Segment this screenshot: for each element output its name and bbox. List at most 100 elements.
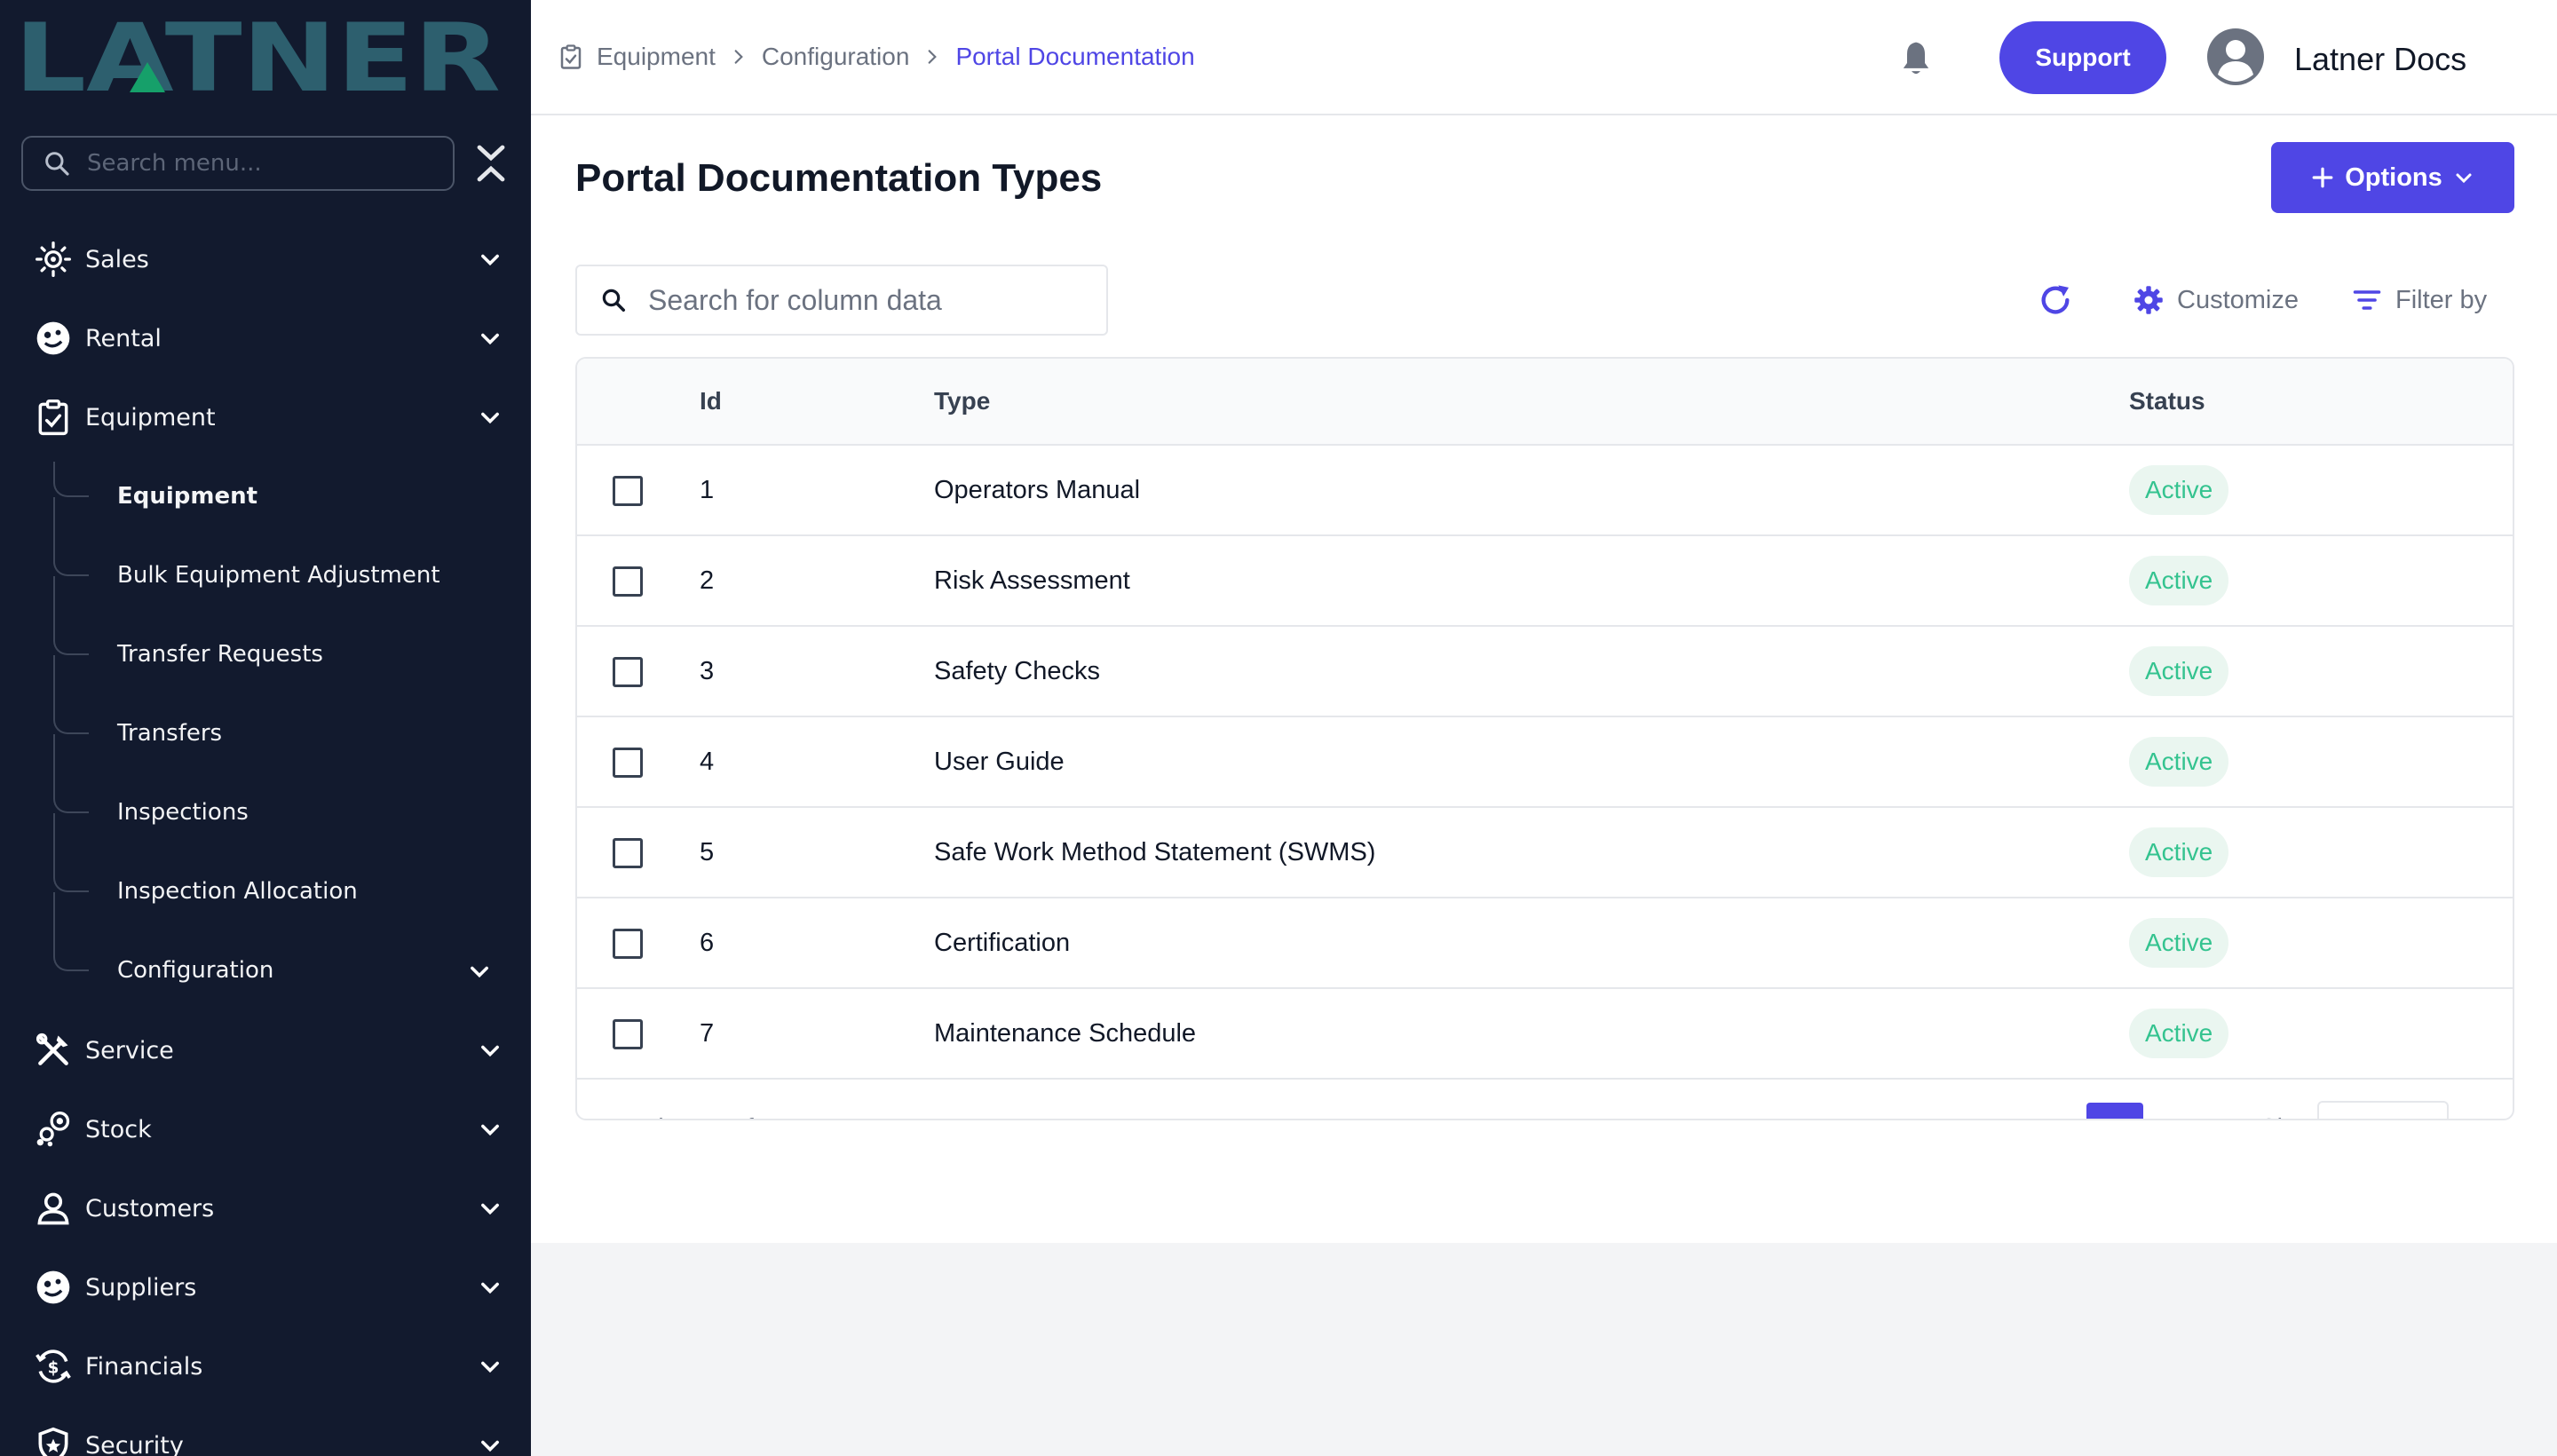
support-button[interactable]: Support: [1999, 21, 2166, 94]
breadcrumb: Equipment Configuration Portal Documenta…: [558, 39, 1195, 75]
column-header-type[interactable]: Type: [934, 387, 990, 415]
search-input[interactable]: [648, 283, 1074, 317]
sidebar-item-equipment[interactable]: Equipment: [0, 382, 531, 453]
breadcrumb-configuration[interactable]: Configuration: [762, 43, 910, 71]
sidebar-subitem-label: Configuration: [117, 957, 274, 984]
sidebar-item-label: Rental: [85, 324, 162, 352]
sidebar-item-stock[interactable]: Stock: [0, 1094, 531, 1165]
sidebar-item-financials[interactable]: $ Financials: [0, 1331, 531, 1402]
filter-button[interactable]: Filter by: [2351, 281, 2487, 320]
status-badge: Active: [2129, 1009, 2229, 1058]
clipboard-icon: [38, 400, 68, 436]
page-title: Portal Documentation Types: [575, 156, 1103, 200]
bell-icon[interactable]: [1898, 39, 1934, 78]
sidebar-item-sales[interactable]: Sales: [0, 224, 531, 295]
page-size-select[interactable]: 25: [2317, 1101, 2449, 1119]
sidebar-item-service[interactable]: Service: [0, 1015, 531, 1086]
customize-button[interactable]: Customize: [2133, 281, 2299, 320]
table-row[interactable]: 2 Risk Assessment Active: [577, 536, 2513, 627]
cell-id: 4: [700, 748, 715, 776]
suppliers-icon: [36, 1270, 70, 1304]
table-row[interactable]: 6 Certification Active: [577, 898, 2513, 989]
table-row[interactable]: 7 Maintenance Schedule Active: [577, 989, 2513, 1080]
chevron-down-icon: [481, 1124, 499, 1136]
row-checkbox[interactable]: [613, 838, 643, 868]
sidebar-subitem-label: Bulk Equipment Adjustment: [117, 562, 440, 589]
user-name[interactable]: Latner Docs: [2294, 41, 2466, 78]
options-button[interactable]: Options: [2271, 142, 2514, 213]
rental-icon: [36, 321, 70, 355]
sidebar-subitem-transfer-requests[interactable]: Transfer Requests: [53, 576, 515, 691]
table-row[interactable]: 3 Safety Checks Active: [577, 627, 2513, 717]
shield-icon: [38, 1427, 68, 1456]
tree-branch: [53, 576, 89, 655]
sidebar-subitem-bulk-equipment-adjustment[interactable]: Bulk Equipment Adjustment: [53, 497, 515, 612]
main-content: Portal Documentation Types Options Searc…: [531, 115, 2557, 1243]
column-header-status[interactable]: Status: [2129, 387, 2205, 415]
latner-logo[interactable]: LATNER: [14, 12, 503, 101]
table-row[interactable]: 1 Operators Manual Active: [577, 446, 2513, 536]
chevron-down-icon: [481, 1203, 499, 1215]
sidebar-subitem-label: Inspection Allocation: [117, 878, 358, 905]
chevron-down-icon: [481, 1282, 499, 1294]
sidebar-item-label: Suppliers: [85, 1273, 197, 1302]
sidebar-subitem-inspections[interactable]: Inspections: [53, 734, 515, 849]
sidebar-item-rental[interactable]: Rental: [0, 303, 531, 374]
logo-text: LATNER: [14, 12, 501, 101]
filter-label: Filter by: [2395, 285, 2488, 314]
row-checkbox[interactable]: [613, 657, 643, 687]
search-icon: [45, 152, 69, 176]
sidebar-subitem-equipment[interactable]: Equipment: [53, 462, 515, 533]
breadcrumb-equipment[interactable]: Equipment: [597, 43, 716, 71]
status-badge: Active: [2129, 465, 2229, 515]
avatar[interactable]: [2207, 28, 2264, 85]
table-row[interactable]: 4 User Guide Active: [577, 717, 2513, 808]
collapse-icon[interactable]: [474, 142, 508, 185]
options-label: Options: [2345, 162, 2442, 192]
sidebar-subitem-inspection-allocation[interactable]: Inspection Allocation: [53, 813, 515, 928]
table-search[interactable]: [575, 265, 1108, 336]
sidebar-subitem-transfers[interactable]: Transfers: [53, 655, 515, 770]
sidebar-item-label: Service: [85, 1036, 174, 1064]
tree-branch: [53, 655, 89, 734]
chevron-down-icon: [481, 1361, 499, 1373]
top-bar: Equipment Configuration Portal Documenta…: [531, 0, 2557, 115]
row-checkbox[interactable]: [613, 748, 643, 778]
sidebar-subitem-configuration[interactable]: Configuration: [53, 892, 515, 1007]
refresh-icon[interactable]: [2038, 282, 2073, 318]
status-badge: Active: [2129, 827, 2229, 877]
chevron-down-icon: [481, 1045, 499, 1057]
page-button-current[interactable]: 1: [2086, 1103, 2143, 1119]
row-checkbox[interactable]: [613, 476, 643, 506]
gear-icon: [2134, 286, 2163, 314]
sidebar-item-label: Security: [85, 1431, 184, 1456]
sidebar-item-security[interactable]: Security: [0, 1410, 531, 1456]
sidebar-subitem-label: Transfers: [117, 720, 223, 747]
chevron-down-icon: [481, 254, 499, 266]
tree-branch: [53, 813, 89, 892]
financials-icon: $: [36, 1349, 71, 1383]
row-checkbox[interactable]: [613, 566, 643, 597]
results-count: Results 1-7 of 7: [600, 1113, 774, 1119]
table-row[interactable]: 5 Safe Work Method Statement (SWMS) Acti…: [577, 808, 2513, 898]
chevron-down-icon: [481, 412, 499, 424]
sidebar-subitem-label: Inspections: [117, 799, 249, 826]
filter-icon: [2353, 290, 2381, 310]
sidebar-item-customers[interactable]: Customers: [0, 1173, 531, 1244]
chevron-down-icon: [471, 966, 488, 978]
plus-icon: [2312, 167, 2333, 188]
breadcrumb-portal-documentation[interactable]: Portal Documentation: [955, 43, 1194, 71]
sidebar-item-label: Customers: [85, 1194, 215, 1223]
sidebar-item-suppliers[interactable]: Suppliers: [0, 1252, 531, 1323]
row-checkbox[interactable]: [613, 1019, 643, 1049]
status-badge: Active: [2129, 918, 2229, 968]
cell-type: Safety Checks: [934, 657, 1100, 685]
customize-label: Customize: [2177, 285, 2299, 314]
column-header-id[interactable]: Id: [700, 387, 722, 415]
chevron-right-icon: [734, 50, 743, 64]
sidebar-item-label: Stock: [85, 1115, 152, 1143]
row-checkbox[interactable]: [613, 929, 643, 959]
sidebar-search[interactable]: Search menu...: [21, 136, 455, 191]
cell-type: User Guide: [934, 748, 1065, 776]
sidebar-subitem-label: Transfer Requests: [117, 641, 323, 668]
